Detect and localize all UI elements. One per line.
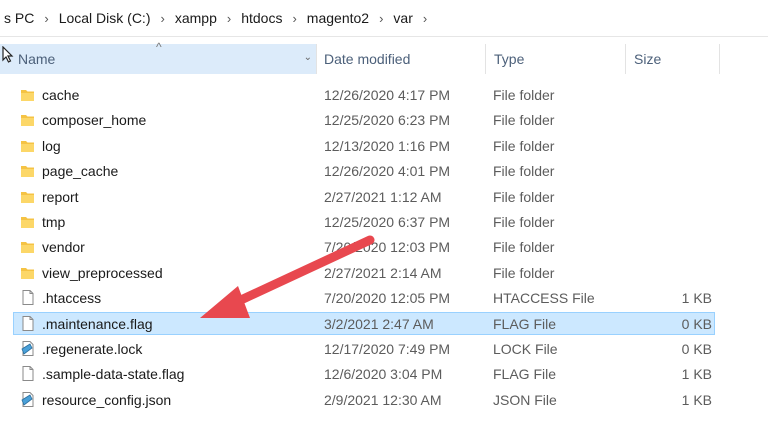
file-type: File folder <box>493 239 555 256</box>
file-row-4[interactable]: report 2/27/2021 1:12 AM File folder <box>0 184 768 209</box>
file-name[interactable]: composer_home <box>42 112 146 128</box>
column-header-size[interactable]: Size <box>626 44 720 74</box>
file-row-1[interactable]: composer_home 12/25/2020 6:23 PM File fold… <box>0 107 768 132</box>
file-row-6[interactable]: vendor 7/20/2020 12:03 PM File folder <box>0 234 768 259</box>
folder-icon <box>20 137 36 154</box>
chevron-right-icon[interactable]: › <box>154 11 170 26</box>
chevron-right-icon[interactable]: › <box>417 11 433 26</box>
file-list: cache 12/26/2020 4:17 PM File folder compos… <box>0 82 768 412</box>
file-icon <box>20 315 36 332</box>
folder-icon <box>20 162 36 179</box>
file-name[interactable]: cache <box>42 87 79 103</box>
file-row-10[interactable]: .regenerate.lock 12/17/2020 7:49 PM LOCK F… <box>0 336 768 361</box>
breadcrumb-item[interactable]: xampp <box>171 10 221 26</box>
file-date-modified: 12/6/2020 3:04 PM <box>324 366 443 383</box>
file-row-5[interactable]: tmp 12/25/2020 6:37 PM File folder <box>0 209 768 234</box>
special-file-icon <box>20 340 36 357</box>
file-type: File folder <box>493 188 555 205</box>
breadcrumb-item[interactable]: magento2 <box>303 10 373 26</box>
file-row-0[interactable]: cache 12/26/2020 4:17 PM File folder <box>0 82 768 107</box>
chevron-right-icon[interactable]: › <box>286 11 302 26</box>
special-file-icon <box>20 391 36 408</box>
file-row-12[interactable]: resource_config.json 2/9/2021 12:30 AM JSO… <box>0 387 768 412</box>
folder-icon <box>20 213 36 230</box>
file-row-8[interactable]: .htaccess 7/20/2020 12:05 PM HTACCESS File… <box>0 285 768 310</box>
column-header-name[interactable]: ^ Name ⌄ <box>0 40 317 74</box>
file-row-9[interactable]: .maintenance.flag 3/2/2021 2:47 AM FLAG Fi… <box>0 311 768 336</box>
file-type: File folder <box>493 163 555 180</box>
file-type: File folder <box>493 87 555 103</box>
file-row-7[interactable]: view_preprocessed 2/27/2021 2:14 AM File f… <box>0 260 768 285</box>
file-name[interactable]: .sample-data-state.flag <box>42 366 184 382</box>
column-header-date[interactable]: Date modified <box>316 44 486 74</box>
file-type: File folder <box>493 137 555 154</box>
column-header-type-label: Type <box>494 51 525 67</box>
folder-icon <box>20 188 36 205</box>
file-date-modified: 2/27/2021 2:14 AM <box>324 264 442 281</box>
mouse-cursor-icon <box>2 46 14 63</box>
file-name[interactable]: report <box>42 189 79 205</box>
chevron-right-icon[interactable]: › <box>221 11 237 26</box>
file-type: JSON File <box>493 391 557 408</box>
file-name[interactable]: view_preprocessed <box>42 265 163 281</box>
file-type: File folder <box>493 264 555 281</box>
breadcrumb-item[interactable]: htdocs <box>237 10 286 26</box>
file-date-modified: 12/17/2020 7:49 PM <box>324 340 451 357</box>
file-size: 1 KB <box>681 391 712 408</box>
file-type: HTACCESS File <box>493 290 595 307</box>
file-icon <box>20 365 36 382</box>
file-date-modified: 2/27/2021 1:12 AM <box>324 188 442 205</box>
file-date-modified: 12/25/2020 6:23 PM <box>324 112 451 129</box>
file-type: File folder <box>493 213 555 230</box>
file-size: 0 KB <box>681 340 712 357</box>
file-date-modified: 7/20/2020 12:03 PM <box>324 239 451 256</box>
file-icon <box>20 289 36 306</box>
file-row-3[interactable]: page_cache 12/26/2020 4:01 PM File folder <box>0 158 768 183</box>
breadcrumb-item[interactable]: Local Disk (C:) <box>55 10 155 26</box>
file-date-modified: 12/25/2020 6:37 PM <box>324 213 451 230</box>
column-header-type[interactable]: Type <box>486 44 626 74</box>
folder-icon <box>20 111 36 128</box>
column-header-name-label: Name <box>18 51 56 67</box>
chevron-right-icon[interactable]: › <box>38 11 54 26</box>
chevron-down-icon[interactable]: ⌄ <box>304 52 312 63</box>
column-header-date-label: Date modified <box>324 51 411 67</box>
file-size: 1 KB <box>681 366 712 383</box>
file-type: FLAG File <box>493 315 557 332</box>
file-row-11[interactable]: .sample-data-state.flag 12/6/2020 3:04 PM… <box>0 361 768 386</box>
file-date-modified: 2/9/2021 12:30 AM <box>324 391 442 408</box>
file-name[interactable]: vendor <box>42 239 85 255</box>
column-header-row: ^ Name ⌄ Date modified Type Size <box>0 40 768 74</box>
folder-icon <box>20 238 36 255</box>
file-name[interactable]: tmp <box>42 214 65 230</box>
file-date-modified: 7/20/2020 12:05 PM <box>324 290 451 307</box>
column-header-size-label: Size <box>634 51 662 67</box>
file-date-modified: 12/13/2020 1:16 PM <box>324 137 451 154</box>
breadcrumb-item[interactable]: s PC <box>0 10 38 26</box>
file-row-2[interactable]: log 12/13/2020 1:16 PM File folder <box>0 133 768 158</box>
file-type: LOCK File <box>493 340 558 357</box>
file-date-modified: 3/2/2021 2:47 AM <box>324 315 434 332</box>
file-size: 1 KB <box>681 290 712 307</box>
breadcrumb: s PC › Local Disk (C:) › xampp › htdocs › magent… <box>0 0 768 37</box>
sort-ascending-icon: ^ <box>156 40 162 54</box>
file-name[interactable]: resource_config.json <box>42 392 171 408</box>
file-name[interactable]: .htaccess <box>42 290 101 306</box>
file-type: File folder <box>493 112 555 129</box>
breadcrumb-item[interactable]: var <box>389 10 416 26</box>
file-date-modified: 12/26/2020 4:01 PM <box>324 163 451 180</box>
file-name[interactable]: .maintenance.flag <box>42 316 153 332</box>
folder-icon <box>20 86 36 103</box>
file-type: FLAG File <box>493 366 557 383</box>
file-name[interactable]: page_cache <box>42 163 118 179</box>
folder-icon <box>20 264 36 281</box>
file-name[interactable]: log <box>42 138 61 154</box>
chevron-right-icon[interactable]: › <box>373 11 389 26</box>
file-size: 0 KB <box>681 315 712 332</box>
file-name[interactable]: .regenerate.lock <box>42 341 142 357</box>
file-date-modified: 12/26/2020 4:17 PM <box>324 87 451 103</box>
